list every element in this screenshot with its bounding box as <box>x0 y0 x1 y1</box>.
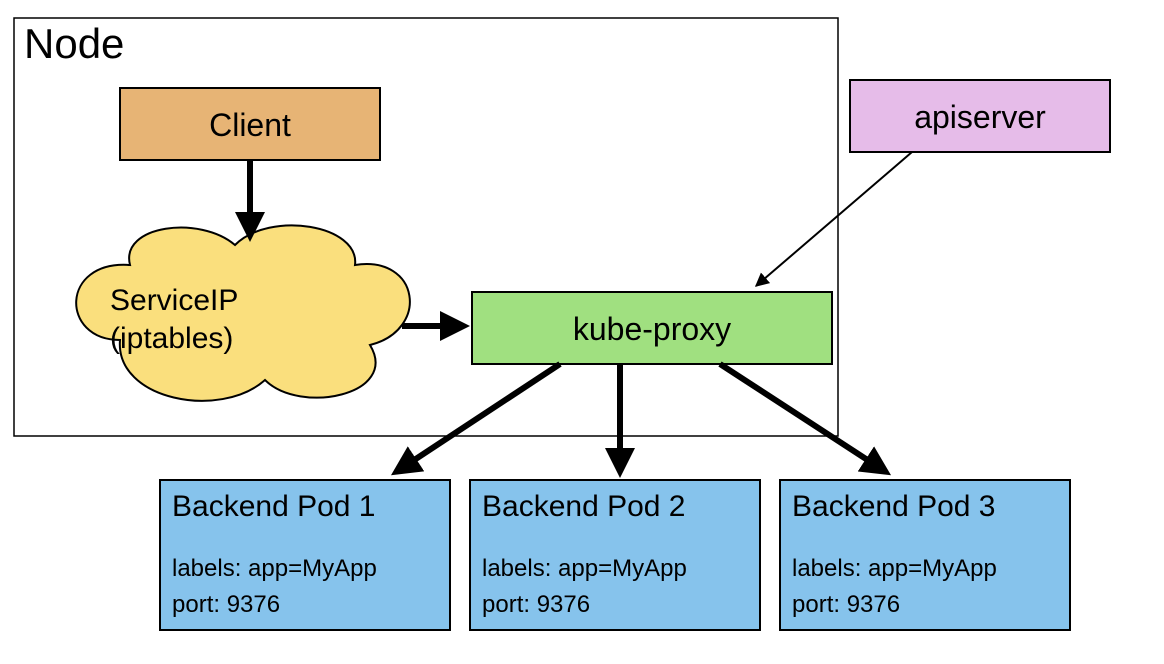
serviceip-line1: ServiceIP <box>110 284 238 317</box>
pod2-port: port: 9376 <box>482 591 590 618</box>
arrow-kubeproxy-pod1 <box>396 364 560 472</box>
pod1-labels: labels: app=MyApp <box>172 555 377 582</box>
pod2-title: Backend Pod 2 <box>482 490 685 523</box>
serviceip-cloud: ServiceIP (iptables) <box>76 225 410 400</box>
arrow-apiserver-kubeproxy <box>756 152 912 286</box>
serviceip-line2: (iptables) <box>110 322 233 355</box>
pod3-port: port: 9376 <box>792 591 900 618</box>
pod1-port: port: 9376 <box>172 591 280 618</box>
client-label: Client <box>209 107 291 143</box>
pod3-labels: labels: app=MyApp <box>792 555 997 582</box>
node-title: Node <box>24 20 124 67</box>
arrow-kubeproxy-pod3 <box>720 364 886 472</box>
pod2-labels: labels: app=MyApp <box>482 555 687 582</box>
apiserver-label: apiserver <box>914 99 1046 135</box>
pod1-title: Backend Pod 1 <box>172 490 375 523</box>
pod3-title: Backend Pod 3 <box>792 490 995 523</box>
kubeproxy-label: kube-proxy <box>573 311 731 347</box>
diagram-canvas: Node Client apiserver ServiceIP (iptable… <box>0 0 1164 664</box>
